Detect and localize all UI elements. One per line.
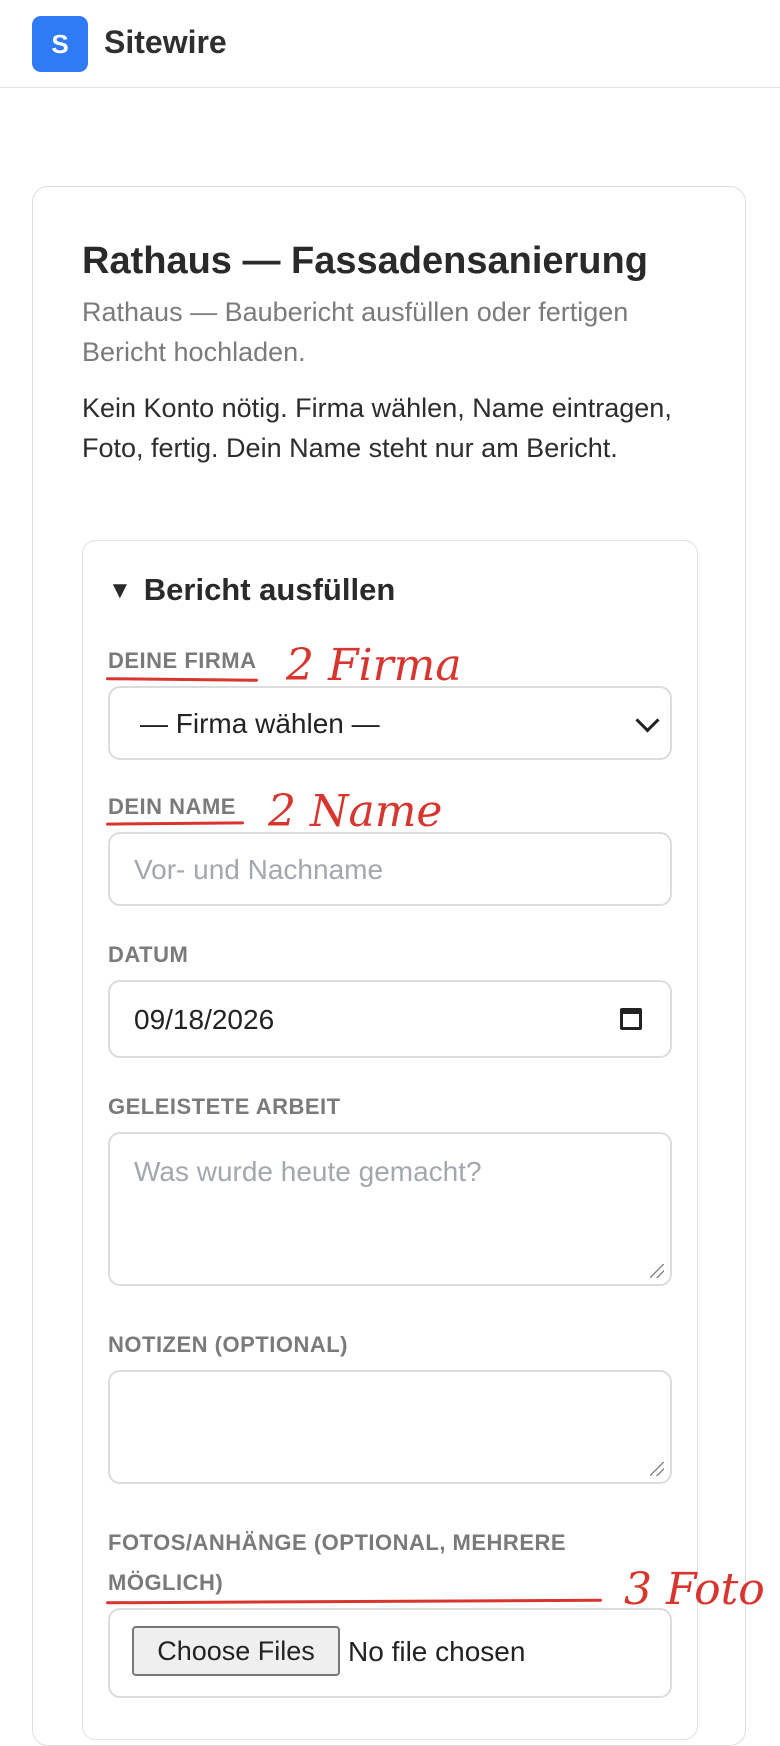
report-form-toggle[interactable]: ▼ Bericht ausfüllen xyxy=(108,572,395,608)
date-label: DATUM xyxy=(108,942,189,967)
resize-handle-icon[interactable] xyxy=(650,1264,664,1278)
brand-name[interactable]: Sitewire xyxy=(104,24,227,61)
annotation-name: 2 Name xyxy=(268,786,443,837)
file-status-text: No file chosen xyxy=(348,1636,526,1667)
name-input-placeholder: Vor- und Nachname xyxy=(134,854,384,885)
name-label: DEIN NAME xyxy=(108,794,236,819)
report-form-toggle-label: Bericht ausfüllen xyxy=(143,572,396,607)
page-title: Rathaus — Fassadensanierung xyxy=(82,240,648,282)
work-textarea[interactable]: Was wurde heute gemacht? xyxy=(108,1132,672,1286)
annotation-firma: 2 Firma xyxy=(286,640,462,691)
company-select[interactable]: — Firma wählen — xyxy=(108,686,672,760)
notes-textarea[interactable] xyxy=(108,1370,672,1484)
attachments-label-line2: MÖGLICH) xyxy=(108,1570,224,1595)
resize-handle-icon[interactable] xyxy=(650,1462,664,1476)
annotation-foto: 3 Foto xyxy=(624,1564,765,1615)
page-subtitle: Rathaus — Baubericht ausfüllen oder fert… xyxy=(82,297,629,367)
company-select-value: — Firma wählen — xyxy=(140,708,380,739)
company-label: DEINE FIRMA xyxy=(108,648,257,673)
chevron-down-icon xyxy=(635,708,660,733)
work-textarea-placeholder: Was wurde heute gemacht? xyxy=(134,1156,482,1187)
calendar-icon[interactable] xyxy=(620,1008,642,1030)
notes-label: NOTIZEN (OPTIONAL) xyxy=(108,1332,348,1357)
date-input[interactable]: 09/18/2026 xyxy=(108,980,672,1058)
top-bar: S Sitewire xyxy=(0,0,780,88)
choose-files-button[interactable]: Choose Files xyxy=(132,1626,340,1676)
attachments-label-line1: FOTOS/ANHÄNGE (OPTIONAL, MEHRERE xyxy=(108,1530,567,1555)
app-logo[interactable]: S xyxy=(32,16,88,72)
date-input-value: 09/18/2026 xyxy=(134,1004,275,1035)
intro-text: Kein Konto nötig. Firma wählen, Name ein… xyxy=(82,393,672,463)
name-input[interactable]: Vor- und Nachname xyxy=(108,832,672,906)
disclosure-triangle-icon: ▼ xyxy=(108,577,132,604)
work-label: GELEISTETE ARBEIT xyxy=(108,1094,341,1119)
